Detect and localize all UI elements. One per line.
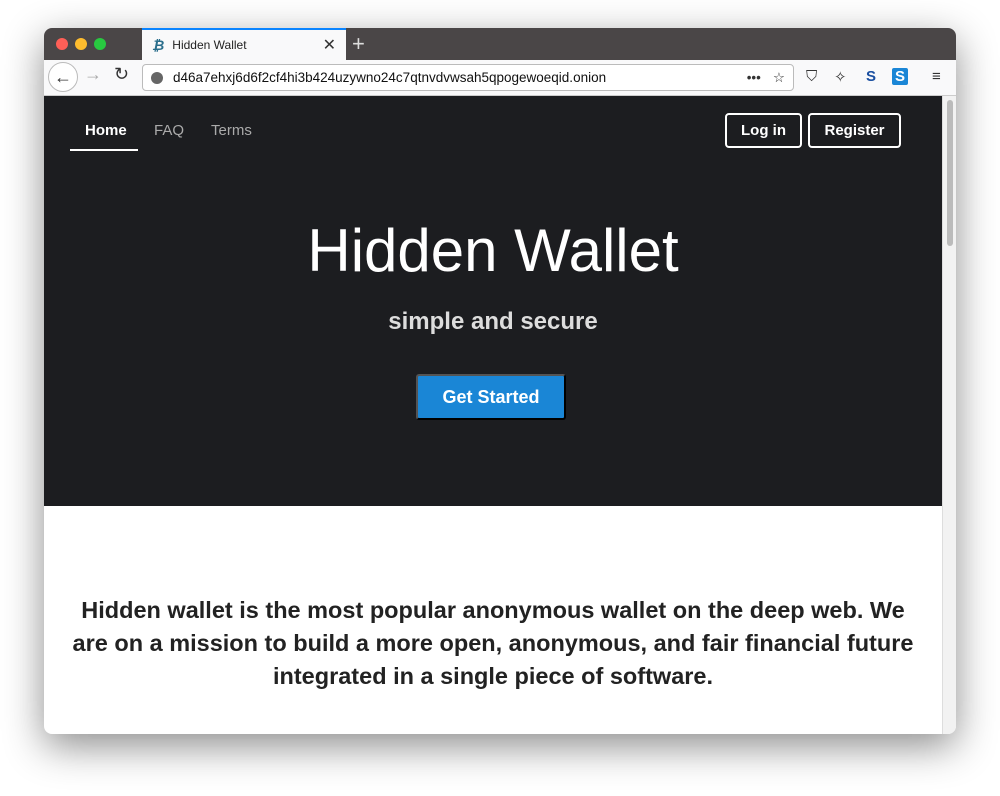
close-tab-icon[interactable]: ✕ bbox=[323, 35, 336, 55]
tab-title: Hidden Wallet bbox=[172, 38, 247, 52]
forward-button[interactable]: → bbox=[84, 64, 102, 85]
nav-home[interactable]: Home bbox=[85, 122, 127, 139]
magic-wand-icon[interactable]: ✧ bbox=[834, 68, 847, 86]
bookmark-star-icon[interactable]: ☆ bbox=[773, 70, 785, 86]
bitcoin-icon: ₿ bbox=[152, 37, 165, 53]
active-nav-underline bbox=[70, 149, 138, 151]
more-icon[interactable]: ••• bbox=[747, 70, 761, 86]
page-content: Home FAQ Terms Log in Register Hidden Wa… bbox=[44, 96, 942, 734]
get-started-button[interactable]: Get Started bbox=[416, 374, 566, 420]
reload-button[interactable]: ↻ bbox=[114, 64, 129, 85]
back-button[interactable]: ← bbox=[48, 62, 78, 92]
login-button[interactable]: Log in bbox=[725, 113, 802, 148]
scrollbar[interactable] bbox=[942, 96, 956, 734]
url-text: d46a7ehxj6d6f2cf4hi3b424uzywno24c7qtnvdv… bbox=[173, 70, 607, 85]
address-bar[interactable]: d46a7ehxj6d6f2cf4hi3b424uzywno24c7qtnvdv… bbox=[142, 64, 794, 91]
tab-bar: ₿ Hidden Wallet ✕ + bbox=[44, 28, 956, 60]
new-tab-icon[interactable]: + bbox=[352, 31, 365, 57]
scrollbar-thumb[interactable] bbox=[947, 100, 953, 246]
hero-title: Hidden Wallet bbox=[307, 217, 679, 284]
extension-s-box-icon[interactable]: S bbox=[892, 68, 909, 85]
toolbar: ← → ↻ d46a7ehxj6d6f2cf4hi3b424uzywno24c7… bbox=[44, 60, 956, 96]
extension-s-icon[interactable]: S bbox=[866, 68, 876, 85]
close-window-button[interactable] bbox=[56, 38, 68, 50]
maximize-window-button[interactable] bbox=[94, 38, 106, 50]
nav-terms[interactable]: Terms bbox=[211, 122, 252, 139]
menu-icon[interactable]: ≡ bbox=[932, 68, 941, 85]
nav-faq[interactable]: FAQ bbox=[154, 122, 184, 139]
hero-subtitle: simple and secure bbox=[388, 308, 598, 335]
register-button[interactable]: Register bbox=[808, 113, 901, 148]
browser-window: ₿ Hidden Wallet ✕ + ← → ↻ d46a7ehxj6d6f2… bbox=[44, 28, 956, 734]
mission-statement: Hidden wallet is the most popular anonym… bbox=[72, 597, 914, 689]
browser-tab[interactable]: ₿ Hidden Wallet ✕ bbox=[142, 28, 346, 60]
onion-icon bbox=[151, 71, 163, 84]
hero-section: Home FAQ Terms Log in Register Hidden Wa… bbox=[44, 96, 942, 506]
minimize-window-button[interactable] bbox=[75, 38, 87, 50]
shield-icon[interactable]: ⛉ bbox=[806, 68, 817, 85]
